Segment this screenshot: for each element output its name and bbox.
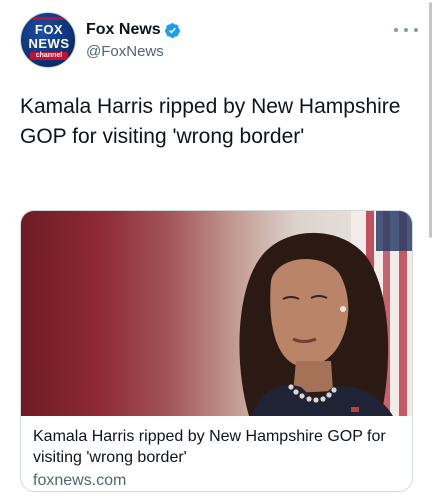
more-dot <box>414 28 418 32</box>
scrollbar-thumb[interactable] <box>429 2 432 238</box>
link-card[interactable]: Kamala Harris ripped by New Hampshire GO… <box>20 210 413 492</box>
card-title[interactable]: Kamala Harris ripped by New Hampshire GO… <box>33 426 405 468</box>
logo-stripe <box>26 17 72 20</box>
display-name[interactable]: Fox News <box>86 20 161 40</box>
tweet-header: FOX NEWS channel Fox News @FoxNews <box>20 12 420 74</box>
avatar-logo-line1: FOX <box>34 22 64 37</box>
more-dot <box>404 28 408 32</box>
card-text: Kamala Harris ripped by New Hampshire GO… <box>33 426 405 491</box>
more-options-icon[interactable] <box>394 22 418 38</box>
handle[interactable]: @FoxNews <box>86 42 181 61</box>
tweet-text: Kamala Harris ripped by New Hampshire GO… <box>20 95 401 148</box>
avatar-logo-line3: channel <box>30 52 68 60</box>
author-names: Fox News @FoxNews <box>86 20 181 61</box>
scrollbar[interactable] <box>427 0 433 240</box>
card-domain[interactable]: foxnews.com <box>33 471 405 491</box>
avatar-logo-line2: NEWS <box>28 36 70 51</box>
avatar[interactable]: FOX NEWS channel <box>20 12 76 68</box>
verified-badge-icon <box>164 22 180 38</box>
card-image[interactable] <box>21 211 412 416</box>
card-photo <box>239 211 412 416</box>
more-dot <box>394 28 398 32</box>
